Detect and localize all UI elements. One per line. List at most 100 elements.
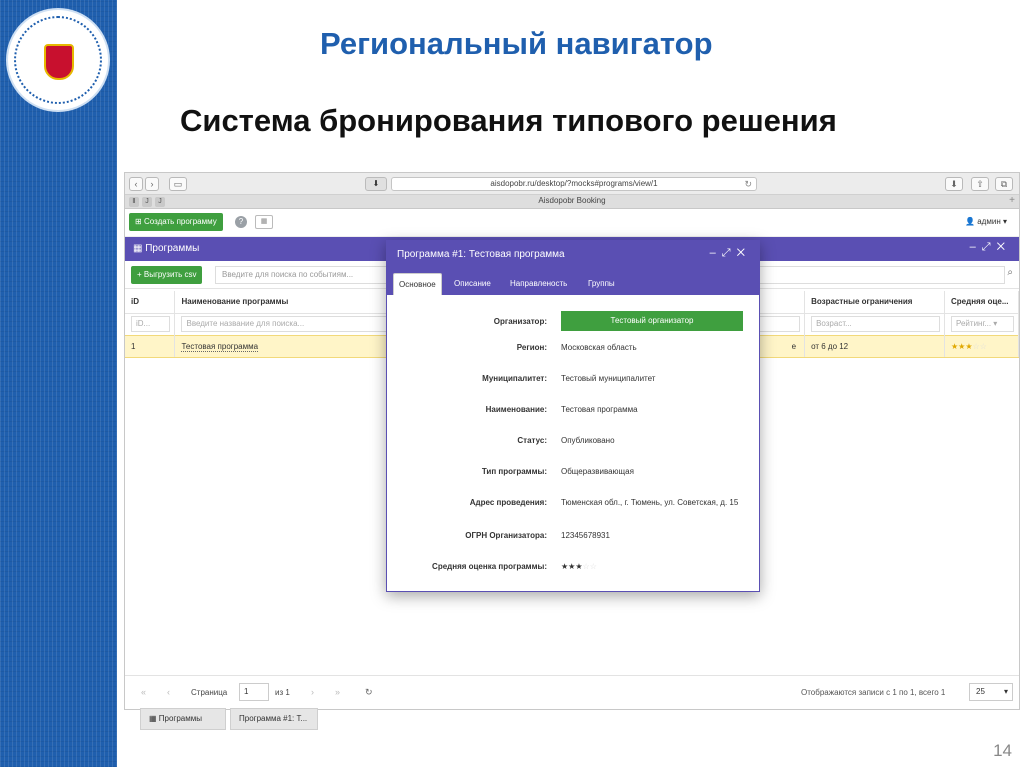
next-page-icon[interactable]: › xyxy=(311,687,314,697)
slide-subtitle: Система бронирования типового решения xyxy=(180,103,837,138)
tab-description[interactable]: Описание xyxy=(449,273,496,295)
create-program-label: Создать программу xyxy=(143,217,217,226)
left-stripe xyxy=(0,0,117,767)
tab-direction[interactable]: Направленость xyxy=(505,273,572,295)
chevron-down-icon: ▾ xyxy=(991,319,998,328)
star-filled-icon: ★ xyxy=(575,562,583,571)
field-label: Организатор: xyxy=(493,317,547,326)
new-tab-icon[interactable]: + xyxy=(1009,195,1015,206)
maximize-icon[interactable]: ⤢ xyxy=(982,241,997,253)
page-number: 14 xyxy=(993,741,1012,760)
plus-icon: ⊞ xyxy=(135,217,144,226)
reload-icon[interactable]: ↻ xyxy=(744,178,752,190)
app-toolbar: ⊞ Создать программу ? ▦ 👤 админ ▾ xyxy=(125,209,1019,237)
minimize-icon[interactable]: ‒ xyxy=(970,241,982,253)
tab-title[interactable]: Aisdopobr Booking xyxy=(125,196,1019,205)
last-page-icon[interactable]: » xyxy=(335,687,340,697)
star-empty-icon: ☆ xyxy=(582,562,590,571)
dialog-controls: ‒⤢✕ xyxy=(710,247,751,260)
page-size-value: 25 xyxy=(976,687,985,696)
download-icon[interactable]: ⬇ xyxy=(945,177,963,191)
shield-icon[interactable]: ⬇ xyxy=(365,177,387,191)
coat-of-arms-icon xyxy=(44,44,74,80)
create-program-button[interactable]: ⊞ Создать программу xyxy=(129,213,223,231)
panel-controls: ‒⤢✕ xyxy=(970,241,1011,254)
share-icon[interactable]: ⇧ xyxy=(971,177,989,191)
chevron-down-icon: ▾ xyxy=(1003,687,1008,696)
first-page-icon[interactable]: « xyxy=(141,687,146,697)
dialog-tabs: Основное Описание Направленость Группы xyxy=(387,269,759,295)
user-icon: 👤 xyxy=(965,217,978,226)
star-empty-icon: ☆ xyxy=(589,562,597,571)
column-header-age[interactable]: Возрастные ограничения xyxy=(804,291,945,314)
field-label: ОГРН Организатора: xyxy=(465,531,547,540)
field-value: Тестовый муниципалитет xyxy=(561,374,656,383)
program-link[interactable]: Тестовая программа xyxy=(181,341,259,352)
rating-stars: ★★★☆☆ xyxy=(951,342,987,351)
prev-page-icon[interactable]: ‹ xyxy=(167,687,170,697)
forward-icon[interactable]: › xyxy=(145,177,159,191)
back-icon[interactable]: ‹ xyxy=(129,177,143,191)
slide: Региональный навигатор Система бронирова… xyxy=(0,0,1024,767)
taskbar-tab-programs-label: Программы xyxy=(158,714,202,723)
plus-icon: + xyxy=(137,270,144,279)
close-icon[interactable]: ✕ xyxy=(737,247,751,259)
taskbar-tab-program-1[interactable]: Программа #1: Т... xyxy=(230,708,318,730)
export-csv-button[interactable]: + Выгрузить csv xyxy=(131,266,203,284)
dialog-header: Программа #1: Тестовая программа ‒⤢✕ xyxy=(387,241,759,269)
url-field[interactable]: aisdopobr.ru/desktop/?mocks#programs/vie… xyxy=(391,177,757,191)
filter-rating-label: Рейтинг... xyxy=(956,319,992,328)
star-filled-icon: ★ xyxy=(965,341,973,351)
organizer-button[interactable]: Тестовый организатор xyxy=(561,311,743,331)
page-input[interactable]: 1 xyxy=(239,683,269,701)
dialog-title: Программа #1: Тестовая программа xyxy=(397,249,565,260)
refresh-icon[interactable]: ↻ xyxy=(365,687,373,698)
cell-rating: ★★★☆☆ xyxy=(944,334,1019,358)
panel-title-text: Программы xyxy=(145,243,200,254)
search-icon[interactable]: ⌕ xyxy=(1007,267,1013,278)
star-empty-icon: ☆ xyxy=(979,341,987,351)
tab-bar: Ⅱ J J Aisdopobr Booking + xyxy=(125,195,1019,209)
filter-age-input[interactable]: Возраст... xyxy=(811,316,940,332)
panel-title: ▦ Программы xyxy=(133,243,199,254)
filter-id-input[interactable]: iD... xyxy=(131,316,171,332)
field-label: Тип программы: xyxy=(481,467,547,476)
tab-groups[interactable]: Группы xyxy=(583,273,620,295)
minimize-icon[interactable]: ‒ xyxy=(710,247,722,259)
page-size-select[interactable]: 25 ▾ xyxy=(969,683,1013,701)
address-bar: ‹ › ▭ ⬇ aisdopobr.ru/desktop/?mocks#prog… xyxy=(125,173,1019,195)
maximize-icon[interactable]: ⤢ xyxy=(722,247,737,259)
star-empty-icon: ☆ xyxy=(972,341,980,351)
filter-rating-select[interactable]: Рейтинг... ▾ xyxy=(951,316,1014,332)
column-header-id[interactable]: iD xyxy=(125,291,176,314)
field-label: Наименование: xyxy=(485,405,547,414)
field-value: Тестовая программа xyxy=(561,405,638,414)
tab-main[interactable]: Основное xyxy=(393,273,442,295)
field-value: Общеразвивающая xyxy=(561,467,634,476)
rating-stars: ★★★☆☆ xyxy=(561,562,741,572)
taskbar-tab-programs[interactable]: ▦ Программы xyxy=(140,708,226,730)
field-value: Тюменская обл., г. Тюмень, ул. Советская… xyxy=(561,498,739,507)
column-header-rating[interactable]: Средняя оце... xyxy=(944,291,1019,314)
sidebar-icon[interactable]: ▭ xyxy=(169,177,187,191)
pagination-bar: « ‹ Страница 1 из 1 › » ↻ Отображаются з… xyxy=(125,675,1019,709)
keyboard-icon[interactable]: ▦ xyxy=(255,215,273,229)
user-name: админ xyxy=(977,217,1001,226)
url-text: aisdopobr.ru/desktop/?mocks#programs/vie… xyxy=(490,179,658,188)
export-csv-label: Выгрузить csv xyxy=(143,270,197,279)
help-icon[interactable]: ? xyxy=(235,216,247,228)
user-menu[interactable]: 👤 админ ▾ xyxy=(965,217,1007,226)
cell-partial: е xyxy=(791,341,797,351)
tabs-icon[interactable]: ⧉ xyxy=(995,177,1013,191)
field-label: Средняя оценка программы: xyxy=(432,562,547,571)
field-value: Опубликовано xyxy=(561,436,615,445)
grid-icon: ▦ xyxy=(149,714,159,723)
logo-emblem xyxy=(6,8,110,112)
chevron-down-icon: ▾ xyxy=(1000,217,1007,226)
field-label: Статус: xyxy=(517,436,547,445)
program-dialog: Программа #1: Тестовая программа ‒⤢✕ Осн… xyxy=(386,240,760,592)
close-icon[interactable]: ✕ xyxy=(997,241,1011,253)
slide-title: Региональный навигатор xyxy=(320,26,713,61)
page-label: Страница xyxy=(191,688,228,697)
records-summary: Отображаются записи с 1 по 1, всего 1 xyxy=(801,688,946,697)
